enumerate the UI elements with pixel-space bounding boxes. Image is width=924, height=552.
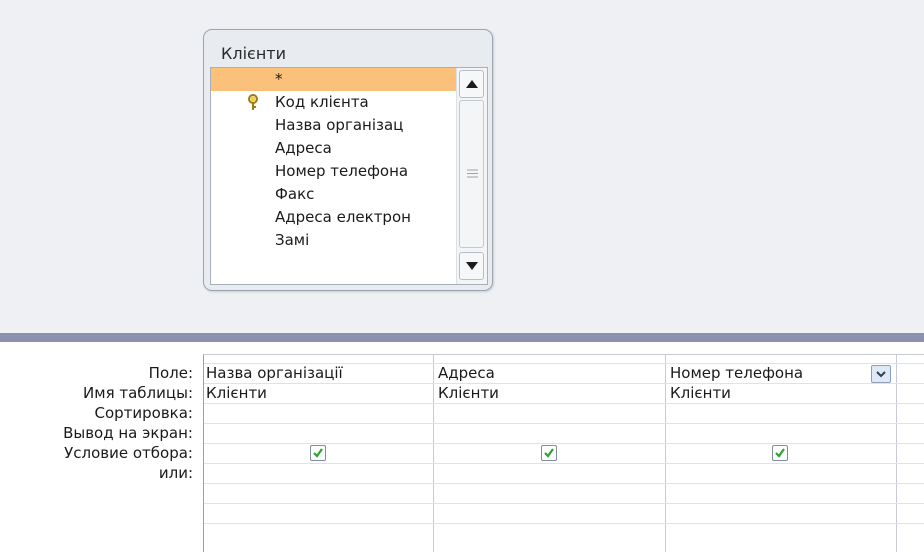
show-checkbox[interactable]: [310, 445, 326, 461]
grip-icon: [467, 169, 478, 178]
scroll-up-button[interactable]: [459, 70, 484, 98]
query-design-pane: Клієнти * Код клієнта Назва організац Ад…: [0, 0, 924, 333]
grid-cell-table[interactable]: Клієнти: [436, 383, 499, 403]
field-item-fax[interactable]: Факс: [211, 183, 456, 206]
row-separator: [204, 403, 924, 404]
checkmark-icon: [313, 448, 323, 458]
field-item-partial[interactable]: Замі: [211, 229, 456, 252]
grid-cell-field[interactable]: Назва організації: [204, 363, 343, 383]
field-item-client-code[interactable]: Код клієнта: [211, 91, 456, 114]
row-separator: [204, 523, 924, 524]
row-label-field: Поле:: [148, 364, 193, 382]
grid-cell-field[interactable]: Адреса: [436, 363, 495, 383]
key-icon: [248, 94, 258, 110]
query-grid[interactable]: Назва організації Клієнти Адреса Клієнти…: [203, 354, 924, 552]
table-field-list-window[interactable]: Клієнти * Код клієнта Назва організац Ад…: [203, 29, 493, 291]
field-item-all[interactable]: *: [211, 68, 456, 91]
arrow-up-icon: [466, 80, 478, 88]
row-separator: [204, 503, 924, 504]
field-item-email[interactable]: Адреса електрон: [211, 206, 456, 229]
chevron-down-icon: [876, 371, 886, 378]
field-list[interactable]: * Код клієнта Назва організац Адреса Ном…: [210, 67, 488, 285]
row-label-table: Имя таблицы:: [83, 384, 193, 402]
checkmark-icon: [544, 448, 554, 458]
checkmark-icon: [775, 448, 785, 458]
query-grid-area: Поле: Имя таблицы: Сортировка: Вывод на …: [0, 342, 924, 552]
field-item-label: Код клієнта: [275, 93, 369, 111]
table-title: Клієнти: [221, 44, 286, 63]
arrow-down-icon: [466, 262, 478, 270]
row-separator: [204, 483, 924, 484]
field-item-org-name[interactable]: Назва організац: [211, 114, 456, 137]
show-checkbox[interactable]: [541, 445, 557, 461]
field-item-address[interactable]: Адреса: [211, 137, 456, 160]
field-list-scrollbar[interactable]: [456, 68, 487, 284]
grid-cell-table[interactable]: Клієнти: [204, 383, 267, 403]
row-label-criteria: Условие отбора:: [64, 444, 193, 462]
row-label-show: Вывод на экран:: [63, 424, 193, 442]
grid-cell-field[interactable]: Номер телефона: [668, 363, 803, 383]
row-label-or: или:: [158, 464, 193, 482]
grid-cell-table[interactable]: Клієнти: [668, 383, 731, 403]
row-separator: [204, 423, 924, 424]
row-separator: [204, 383, 924, 384]
row-label-sort: Сортировка:: [94, 404, 193, 422]
field-dropdown-button[interactable]: [871, 365, 891, 383]
row-labels: Поле: Имя таблицы: Сортировка: Вывод на …: [0, 342, 203, 552]
scroll-down-button[interactable]: [459, 252, 484, 280]
row-separator: [204, 443, 924, 444]
field-item-phone[interactable]: Номер телефона: [211, 160, 456, 183]
show-checkbox[interactable]: [772, 445, 788, 461]
row-separator: [204, 463, 924, 464]
scroll-thumb[interactable]: [459, 100, 484, 248]
pane-splitter[interactable]: [0, 333, 924, 342]
